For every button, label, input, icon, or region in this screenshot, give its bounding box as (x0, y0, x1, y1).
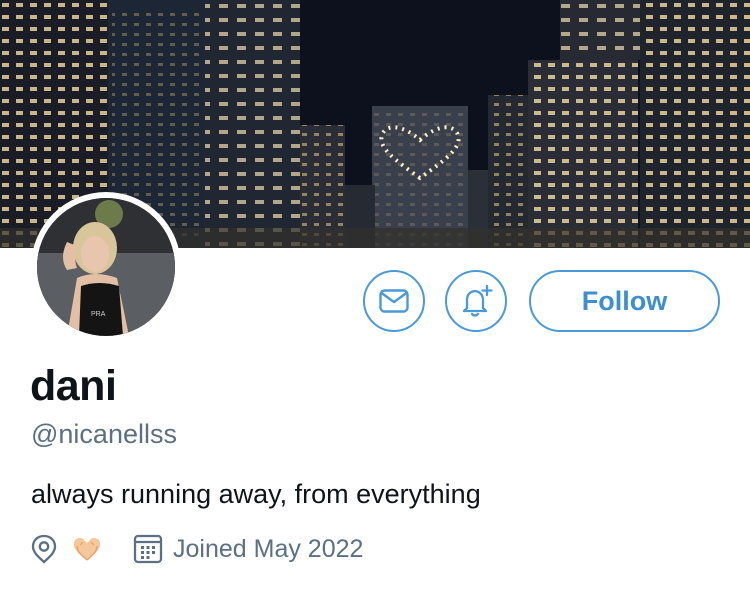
location-pin-icon (31, 534, 59, 564)
avatar[interactable]: PRA (31, 192, 181, 342)
profile-bio: always running away, from everything (31, 479, 481, 509)
username-handle: @nicanellss (31, 419, 177, 449)
display-name: dani (30, 362, 117, 410)
joined-date: Joined May 2022 (173, 534, 364, 563)
follow-button[interactable]: Follow (529, 270, 720, 332)
svg-text:PRA: PRA (91, 311, 106, 318)
profile-photo: PRA (37, 198, 175, 336)
bell-plus-icon (462, 284, 493, 317)
notifications-button[interactable] (445, 270, 507, 332)
profile-meta: Joined May 2022 (31, 532, 363, 566)
message-button[interactable] (363, 270, 425, 332)
envelope-icon (379, 289, 409, 313)
heart-hands-emoji[interactable] (71, 535, 103, 563)
calendar-icon (133, 534, 163, 564)
